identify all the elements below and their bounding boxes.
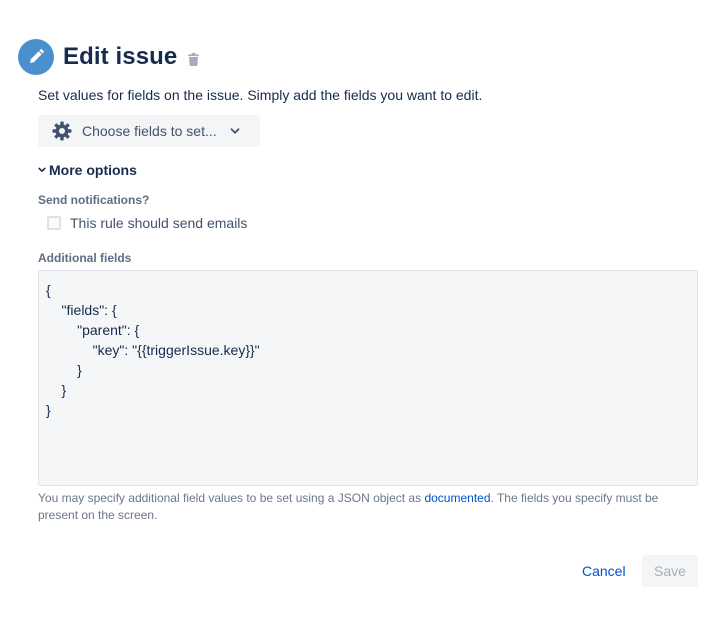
additional-fields-label: Additional fields xyxy=(38,251,132,265)
send-notifications-label: Send notifications? xyxy=(38,193,150,207)
json-line: } xyxy=(46,362,82,378)
send-emails-option[interactable]: This rule should send emails xyxy=(47,215,247,231)
json-line: "parent": { xyxy=(46,322,140,338)
json-line: "fields": { xyxy=(46,302,117,318)
choose-fields-label: Choose fields to set... xyxy=(82,123,217,139)
json-line: "key": "{{triggerIssue.key}}" xyxy=(46,342,260,358)
more-options-label: More options xyxy=(49,162,137,178)
json-line: { xyxy=(46,282,51,298)
pencil-icon xyxy=(18,39,54,75)
trash-icon[interactable] xyxy=(188,52,200,66)
helper-text: You may specify additional field values … xyxy=(38,490,678,524)
cancel-button[interactable]: Cancel xyxy=(572,555,636,587)
save-button[interactable]: Save xyxy=(642,555,698,587)
documented-link[interactable]: documented xyxy=(424,491,490,505)
json-line: } xyxy=(46,382,67,398)
choose-fields-button[interactable]: Choose fields to set... xyxy=(38,115,260,147)
chevron-down-icon xyxy=(38,166,46,174)
page-title: Edit issue xyxy=(63,43,178,70)
description-text: Set values for fields on the issue. Simp… xyxy=(38,87,483,103)
gear-icon xyxy=(52,121,72,141)
send-emails-checkbox[interactable] xyxy=(47,216,61,230)
json-line: } xyxy=(46,402,51,418)
edit-issue-panel: Edit issue Set values for fields on the … xyxy=(0,0,711,621)
send-emails-label: This rule should send emails xyxy=(70,215,248,231)
more-options-toggle[interactable]: More options xyxy=(38,162,137,178)
chevron-down-icon xyxy=(229,125,241,137)
additional-fields-textarea[interactable]: { "fields": { "parent": { "key": "{{trig… xyxy=(38,270,698,486)
header: Edit issue xyxy=(18,39,200,75)
helper-text-start: You may specify additional field values … xyxy=(38,491,425,505)
